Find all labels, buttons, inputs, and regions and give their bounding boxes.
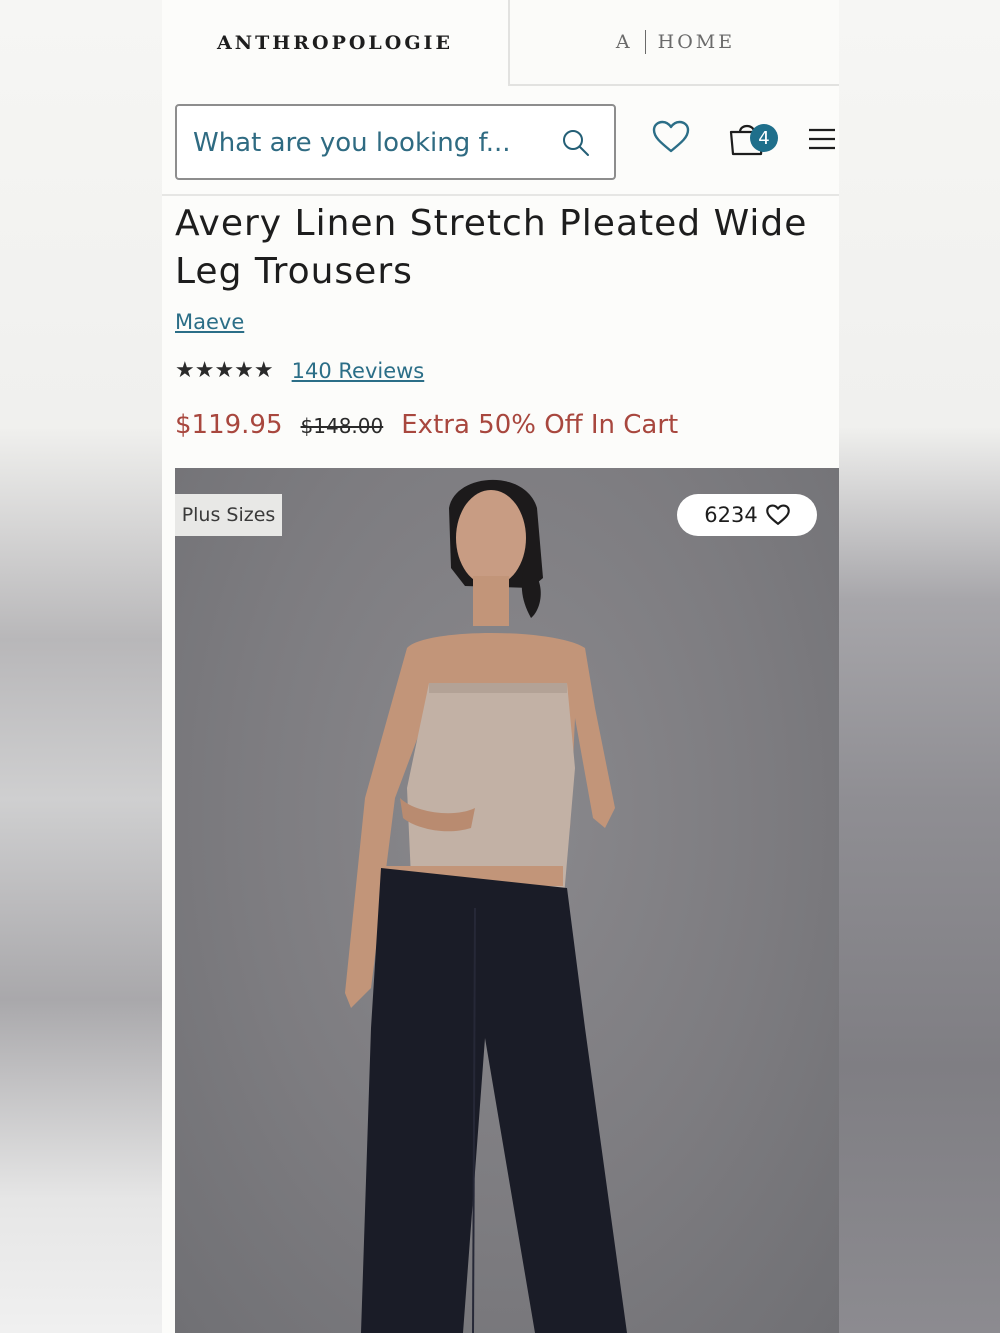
product-title: Avery Linen Stretch Pleated Wide Leg Tro… [175, 203, 808, 292]
tab-home-separator [644, 30, 646, 54]
tab-home-prefix: A [615, 31, 633, 53]
product-image[interactable]: Plus Sizes 6234 [175, 468, 839, 1333]
tab-anthropologie[interactable]: ANTHROPOLOGIE [162, 0, 508, 86]
rating-row: ★★★★★ 140 Reviews [175, 358, 424, 383]
heart-icon[interactable] [652, 120, 690, 154]
like-count: 6234 [704, 503, 758, 527]
search-icon[interactable] [561, 128, 591, 158]
rating-stars: ★★★★★ [175, 358, 274, 383]
like-button[interactable]: 6234 [677, 494, 817, 536]
tab-home-label: HOME [657, 31, 736, 53]
promo-text: Extra 50% Off In Cart [401, 410, 679, 440]
search-input[interactable] [191, 106, 535, 180]
cart-count-badge: 4 [750, 124, 778, 152]
hamburger-menu-icon[interactable] [808, 128, 836, 150]
background-left [0, 0, 162, 1333]
brand-link[interactable]: Maeve [175, 310, 244, 334]
plus-sizes-badge[interactable]: Plus Sizes [175, 494, 282, 536]
reviews-link[interactable]: 140 Reviews [292, 359, 425, 383]
tab-home[interactable]: A HOME [508, 0, 839, 86]
original-price: $148.00 [300, 414, 384, 438]
tab-anthropologie-label: ANTHROPOLOGIE [217, 32, 453, 54]
header-divider [162, 194, 839, 196]
plus-sizes-label: Plus Sizes [181, 504, 276, 526]
background-right [839, 0, 1000, 1333]
search-box[interactable] [175, 104, 616, 180]
brand-tabs: ANTHROPOLOGIE A HOME [162, 0, 839, 86]
price-row: $119.95 $148.00 Extra 50% Off In Cart [175, 410, 678, 440]
sale-price: $119.95 [175, 410, 283, 440]
model-photo [345, 479, 627, 1333]
product-page: ANTHROPOLOGIE A HOME 4 Avery Linen Stret… [162, 0, 839, 1333]
heart-outline-icon [765, 504, 790, 525]
